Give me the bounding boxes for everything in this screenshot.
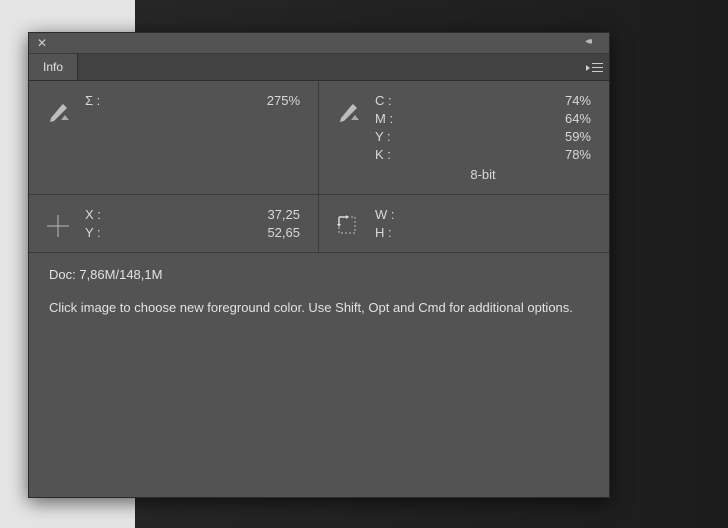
k-label: K : [375,147,393,162]
k-value: 78% [399,147,591,162]
h-value [401,225,592,240]
x-label: X : [85,207,101,222]
panel-titlebar[interactable]: ✕ ◂◂ [29,33,609,54]
tab-info[interactable]: Info [29,54,78,80]
panel-menu-button[interactable] [583,54,609,80]
w-value [401,207,592,222]
x-value: 37,25 [107,207,300,222]
hint-text: Click image to choose new foreground col… [29,292,609,497]
bounds-icon [337,215,359,237]
collapse-icon[interactable]: ◂◂ [585,36,603,50]
c-label: C : [375,93,393,108]
crosshair-icon [47,215,69,237]
sigma-value: 275% [106,93,300,108]
cell-position: X : 37,25 Y : 52,65 [29,195,319,253]
y-value: 59% [399,129,591,144]
close-icon[interactable]: ✕ [35,36,49,50]
h-label: H : [375,225,395,240]
doc-size-label: Doc: 7,86M/148,1M [29,253,609,292]
y-value: 52,65 [107,225,300,240]
eyedropper-icon[interactable] [336,101,360,127]
y-label: Y : [85,225,101,240]
tabbar: Info [29,54,609,81]
menu-icon [589,63,603,72]
info-panel: ✕ ◂◂ Info Σ : 275% [28,32,610,498]
w-label: W : [375,207,395,222]
cell-total-ink: Σ : 275% [29,81,319,195]
m-value: 64% [399,111,591,126]
y-label: Y : [375,129,393,144]
m-label: M : [375,111,393,126]
sigma-label: Σ : [85,93,100,108]
info-grid: Σ : 275% C : 74% M : 64% Y : 59% K : 78% [29,81,609,253]
cell-dimensions: W : H : [319,195,609,253]
cell-cmyk: C : 74% M : 64% Y : 59% K : 78% 8-bit [319,81,609,195]
eyedropper-icon[interactable] [46,101,70,127]
bitdepth-label: 8-bit [375,165,591,182]
c-value: 74% [399,93,591,108]
